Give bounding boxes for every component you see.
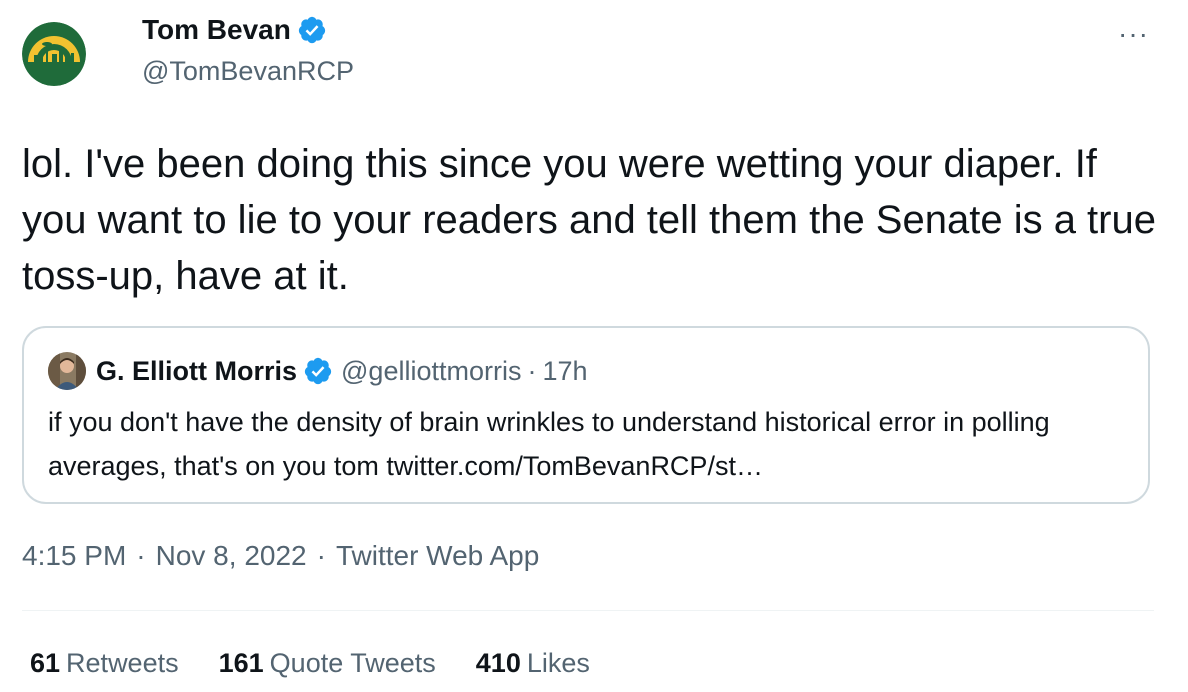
likes-stat[interactable]: 410 Likes: [476, 648, 590, 679]
retweets-stat[interactable]: 61 Retweets: [30, 648, 179, 679]
quoted-author-avatar: [48, 352, 86, 390]
team-logo-icon: [22, 22, 86, 86]
quote-tweets-label: Quote Tweets: [269, 648, 436, 678]
person-photo-icon: [48, 352, 86, 390]
divider: [22, 610, 1154, 611]
meta-separator: ·: [316, 540, 326, 571]
tweet-source[interactable]: Twitter Web App: [336, 540, 539, 572]
retweets-count: 61: [30, 648, 61, 678]
author-handle[interactable]: @TomBevanRCP: [142, 56, 354, 87]
quote-tweets-stat[interactable]: 161 Quote Tweets: [219, 648, 436, 679]
tweet-date[interactable]: Nov 8, 2022: [156, 540, 307, 572]
author-avatar[interactable]: [22, 22, 86, 86]
quoted-author-name: G. Elliott Morris: [96, 355, 298, 386]
likes-label: Likes: [526, 648, 590, 678]
verified-badge-icon: [298, 16, 325, 44]
tweet-time[interactable]: 4:15 PM: [22, 540, 126, 572]
quoted-tweet-card[interactable]: G. Elliott Morris @gelliottmorris · 17h …: [22, 326, 1150, 504]
more-options-button[interactable]: ···: [1118, 18, 1149, 50]
quoted-tweet-header: G. Elliott Morris @gelliottmorris · 17h: [48, 352, 588, 390]
meta-separator: ·: [136, 540, 146, 571]
retweets-label: Retweets: [66, 648, 179, 678]
verified-badge-icon: [304, 357, 332, 385]
quoted-tweet-text: if you don't have the density of brain w…: [48, 407, 1050, 481]
quoted-author-handle: @gelliottmorris: [341, 355, 522, 386]
quoted-separator: ·: [527, 355, 537, 386]
tweet-stats: 61 Retweets 161 Quote Tweets 410 Likes: [30, 648, 630, 679]
author-name-row: Tom Bevan: [142, 14, 327, 46]
tweet-text: lol. I've been doing this since you were…: [22, 142, 1156, 298]
quoted-timestamp: 17h: [542, 355, 588, 386]
author-display-name[interactable]: Tom Bevan: [142, 14, 291, 46]
likes-count: 410: [475, 648, 521, 678]
tweet-meta: 4:15 PM · Nov 8, 2022 · Twitter Web App: [22, 540, 539, 572]
quote-tweets-count: 161: [218, 648, 264, 678]
